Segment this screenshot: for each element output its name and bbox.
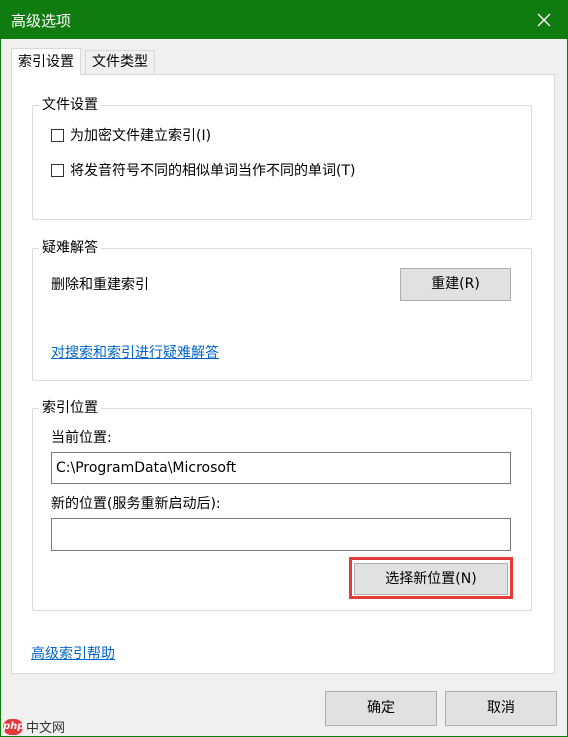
watermark: php 中文网 bbox=[3, 717, 65, 736]
cancel-button[interactable]: 取消 bbox=[445, 691, 557, 726]
diacritics-checkbox-row[interactable]: 将发音符号不同的相似单词当作不同的单词(T) bbox=[51, 160, 355, 180]
index-location-group: 索引位置 当前位置: C:\ProgramData\Microsoft 新的位置… bbox=[32, 398, 532, 611]
tab-panel-index-settings: 文件设置 为加密文件建立索引(I) 将发音符号不同的相似单词当作不同的单词(T)… bbox=[11, 74, 555, 674]
ok-button[interactable]: 确定 bbox=[325, 691, 437, 726]
encrypted-files-label: 为加密文件建立索引(I) bbox=[70, 128, 212, 144]
diacritics-label: 将发音符号不同的相似单词当作不同的单词(T) bbox=[70, 163, 356, 179]
troubleshoot-group: 疑难解答 删除和重建索引 重建(R) 对搜索和索引进行疑难解答 bbox=[32, 238, 532, 381]
new-location-field[interactable] bbox=[51, 518, 511, 551]
tab-index-settings[interactable]: 索引设置 bbox=[11, 48, 81, 75]
php-logo: php bbox=[3, 718, 24, 735]
window-title: 高级选项 bbox=[11, 12, 72, 30]
close-icon bbox=[537, 13, 551, 27]
rebuild-button[interactable]: 重建(R) bbox=[400, 268, 511, 301]
tab-file-types[interactable]: 文件类型 bbox=[85, 50, 155, 74]
current-location-label: 当前位置: bbox=[51, 430, 112, 446]
troubleshoot-legend: 疑难解答 bbox=[39, 238, 101, 258]
file-settings-legend: 文件设置 bbox=[39, 95, 101, 115]
close-button[interactable] bbox=[521, 1, 567, 39]
new-location-label: 新的位置(服务重新启动后): bbox=[51, 496, 221, 512]
encrypted-files-checkbox[interactable] bbox=[51, 128, 64, 142]
watermark-text: 中文网 bbox=[26, 721, 66, 736]
troubleshoot-link[interactable]: 对搜索和索引进行疑难解答 bbox=[51, 343, 219, 363]
file-settings-group: 文件设置 为加密文件建立索引(I) 将发音符号不同的相似单词当作不同的单词(T) bbox=[32, 95, 532, 220]
index-location-legend: 索引位置 bbox=[39, 398, 101, 418]
rebuild-index-label: 删除和重建索引 bbox=[51, 277, 149, 293]
encrypted-files-checkbox-row[interactable]: 为加密文件建立索引(I) bbox=[51, 125, 211, 145]
advanced-options-dialog: 高级选项 索引设置 文件类型 文件设置 为加密文件建立索引(I) 将发音符号不同… bbox=[0, 0, 568, 737]
advanced-index-help-link[interactable]: 高级索引帮助 bbox=[31, 644, 115, 664]
current-location-field[interactable]: C:\ProgramData\Microsoft bbox=[51, 452, 511, 484]
diacritics-checkbox[interactable] bbox=[51, 163, 64, 177]
select-new-location-button[interactable]: 选择新位置(N) bbox=[354, 563, 508, 595]
title-bar[interactable]: 高级选项 bbox=[1, 1, 567, 39]
